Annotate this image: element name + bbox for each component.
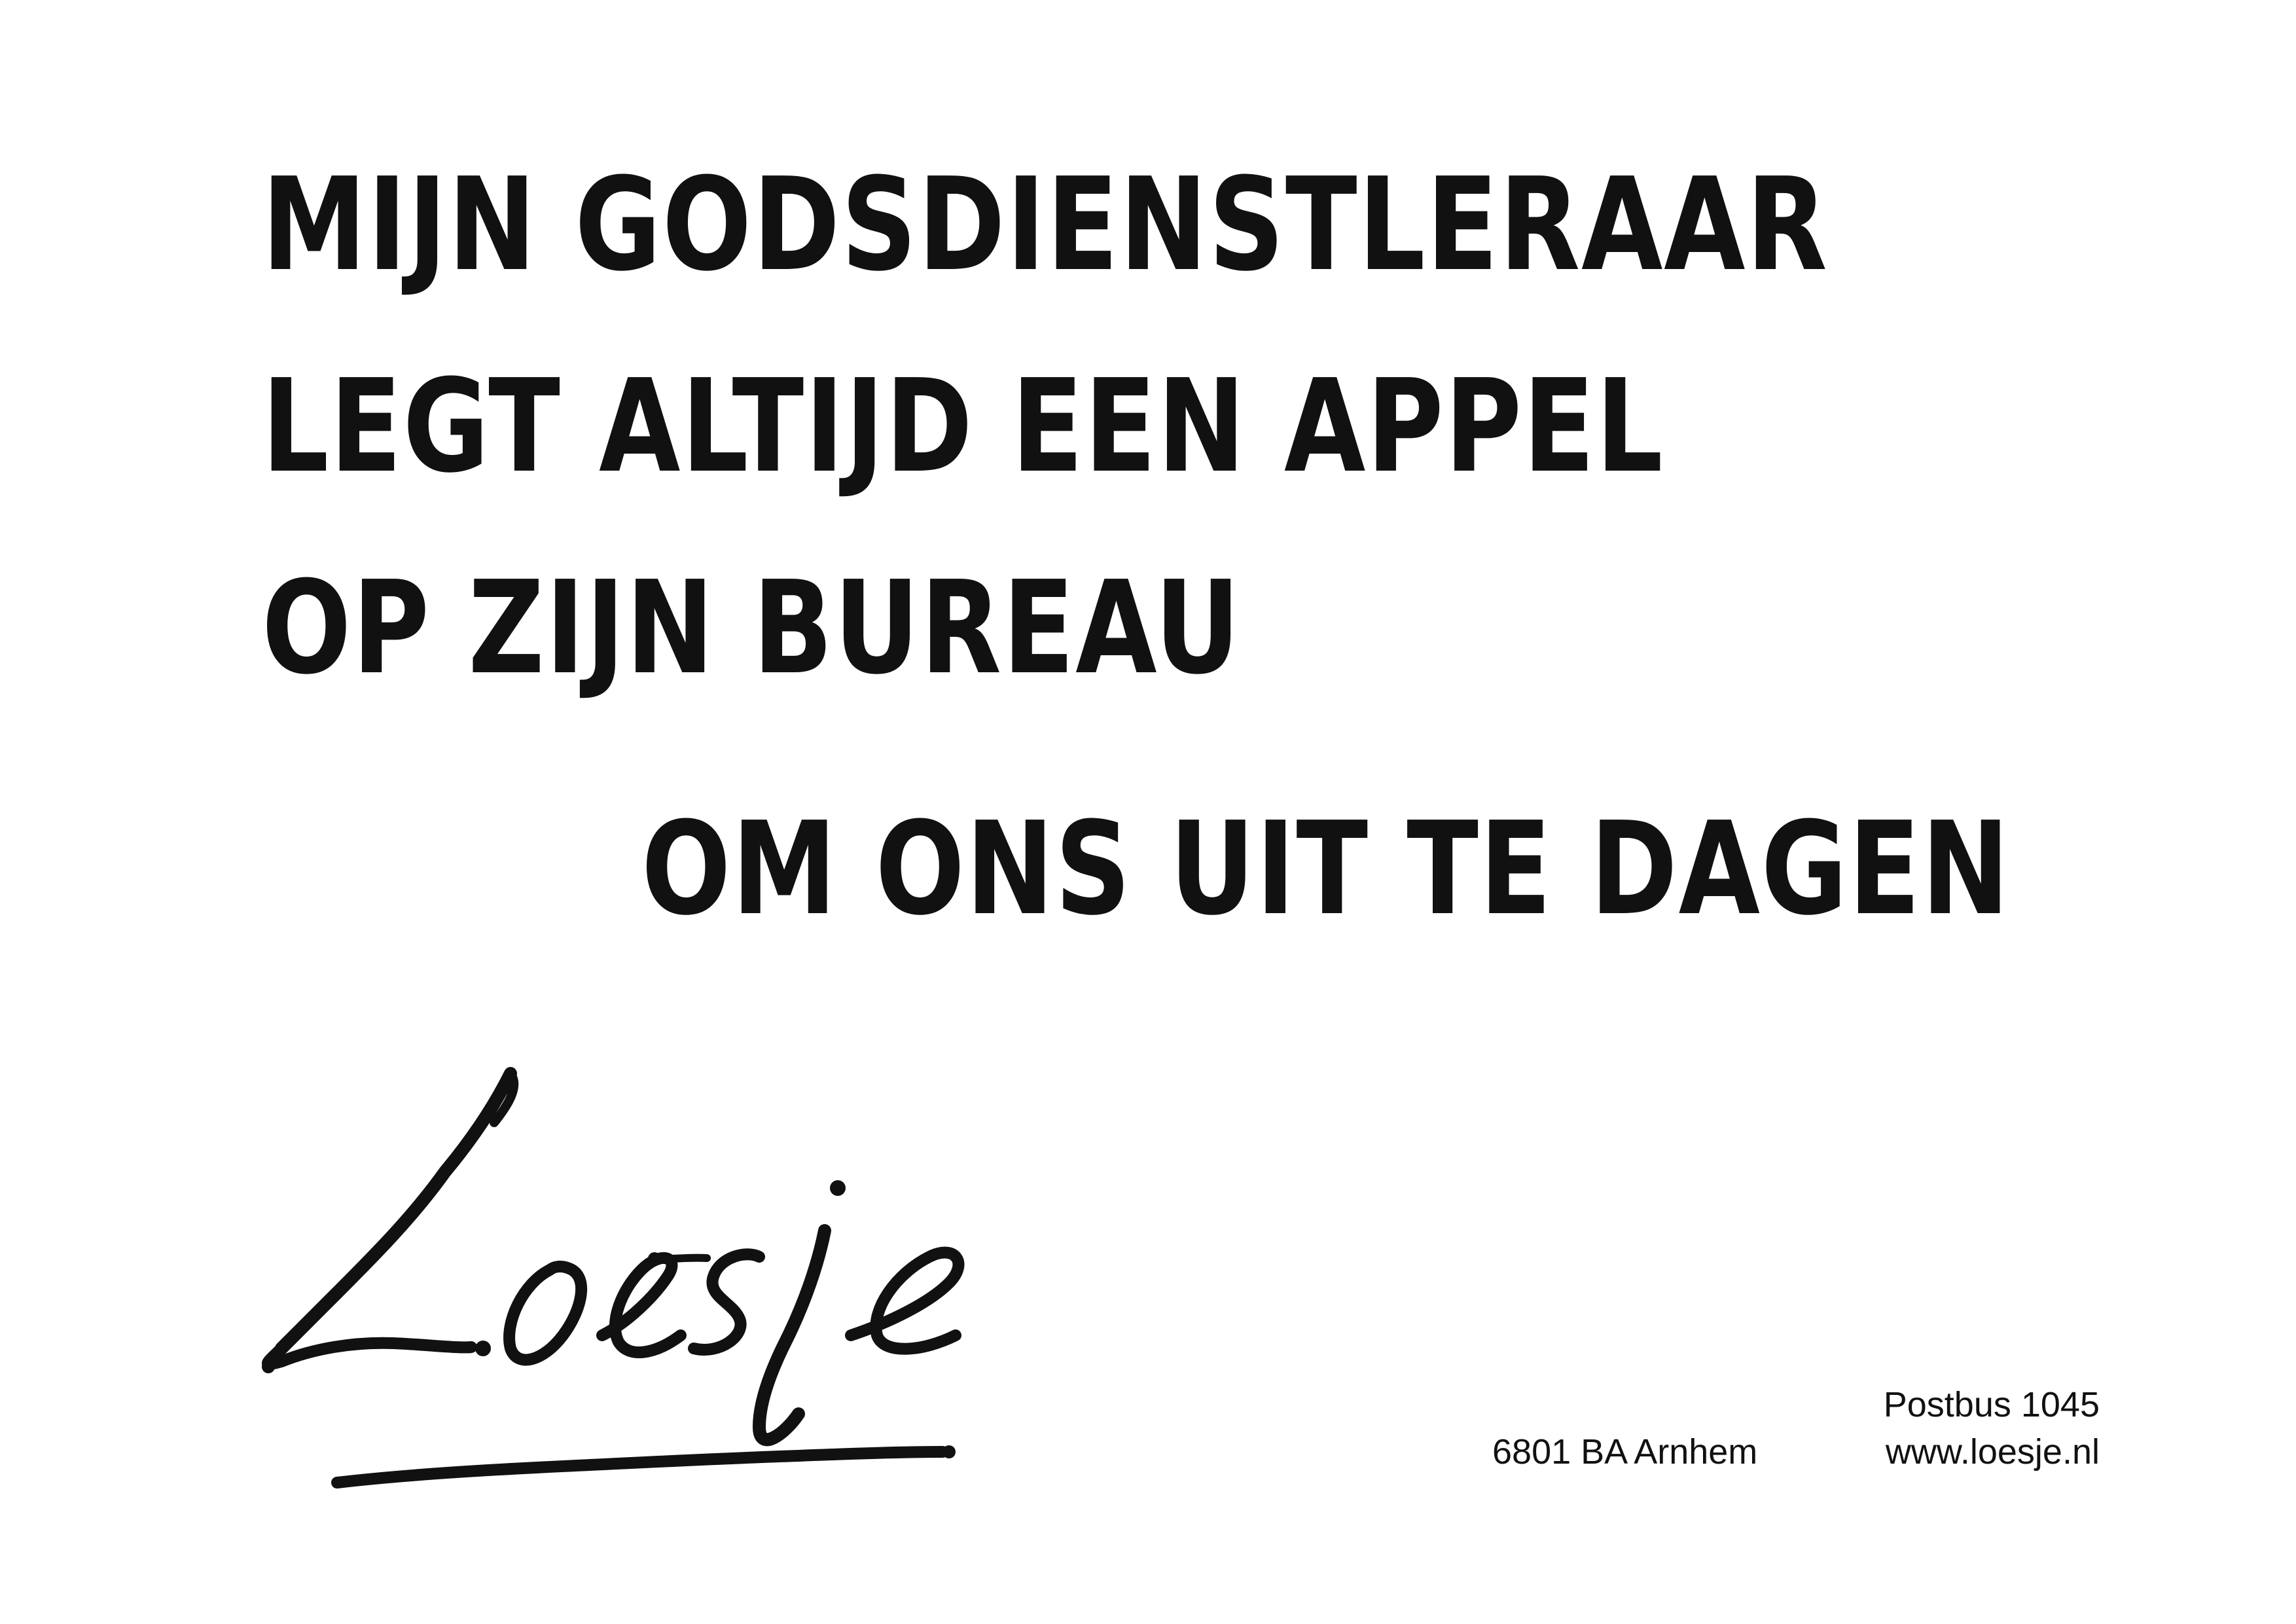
headline-line-3: OP ZIJN BUREAU: [262, 554, 1242, 703]
punchline: OM ONS UIT TE DAGEN: [641, 795, 2011, 944]
address-city: 6801 BA Arnhem: [1492, 1428, 1800, 1475]
headline-line-1: MIJN GODSDIENSTLERAAR: [262, 151, 1829, 300]
address-block: Postbus 1045 www.loesje.nl: [1812, 1381, 2100, 1475]
loesje-poster: MIJN GODSDIENSTLERAAR LEGT ALTIJD EEN AP…: [0, 0, 2296, 1624]
website-link[interactable]: www.loesje.nl: [1812, 1428, 2100, 1475]
address-city-text: 6801 BA Arnhem: [1492, 1432, 1758, 1471]
loesje-signature-logo: [262, 1067, 965, 1489]
headline: MIJN GODSDIENSTLERAAR LEGT ALTIJD EEN AP…: [262, 124, 1829, 729]
headline-line-2: LEGT ALTIJD EEN APPEL: [262, 352, 1664, 501]
address-postbus: Postbus 1045: [1883, 1385, 2100, 1424]
